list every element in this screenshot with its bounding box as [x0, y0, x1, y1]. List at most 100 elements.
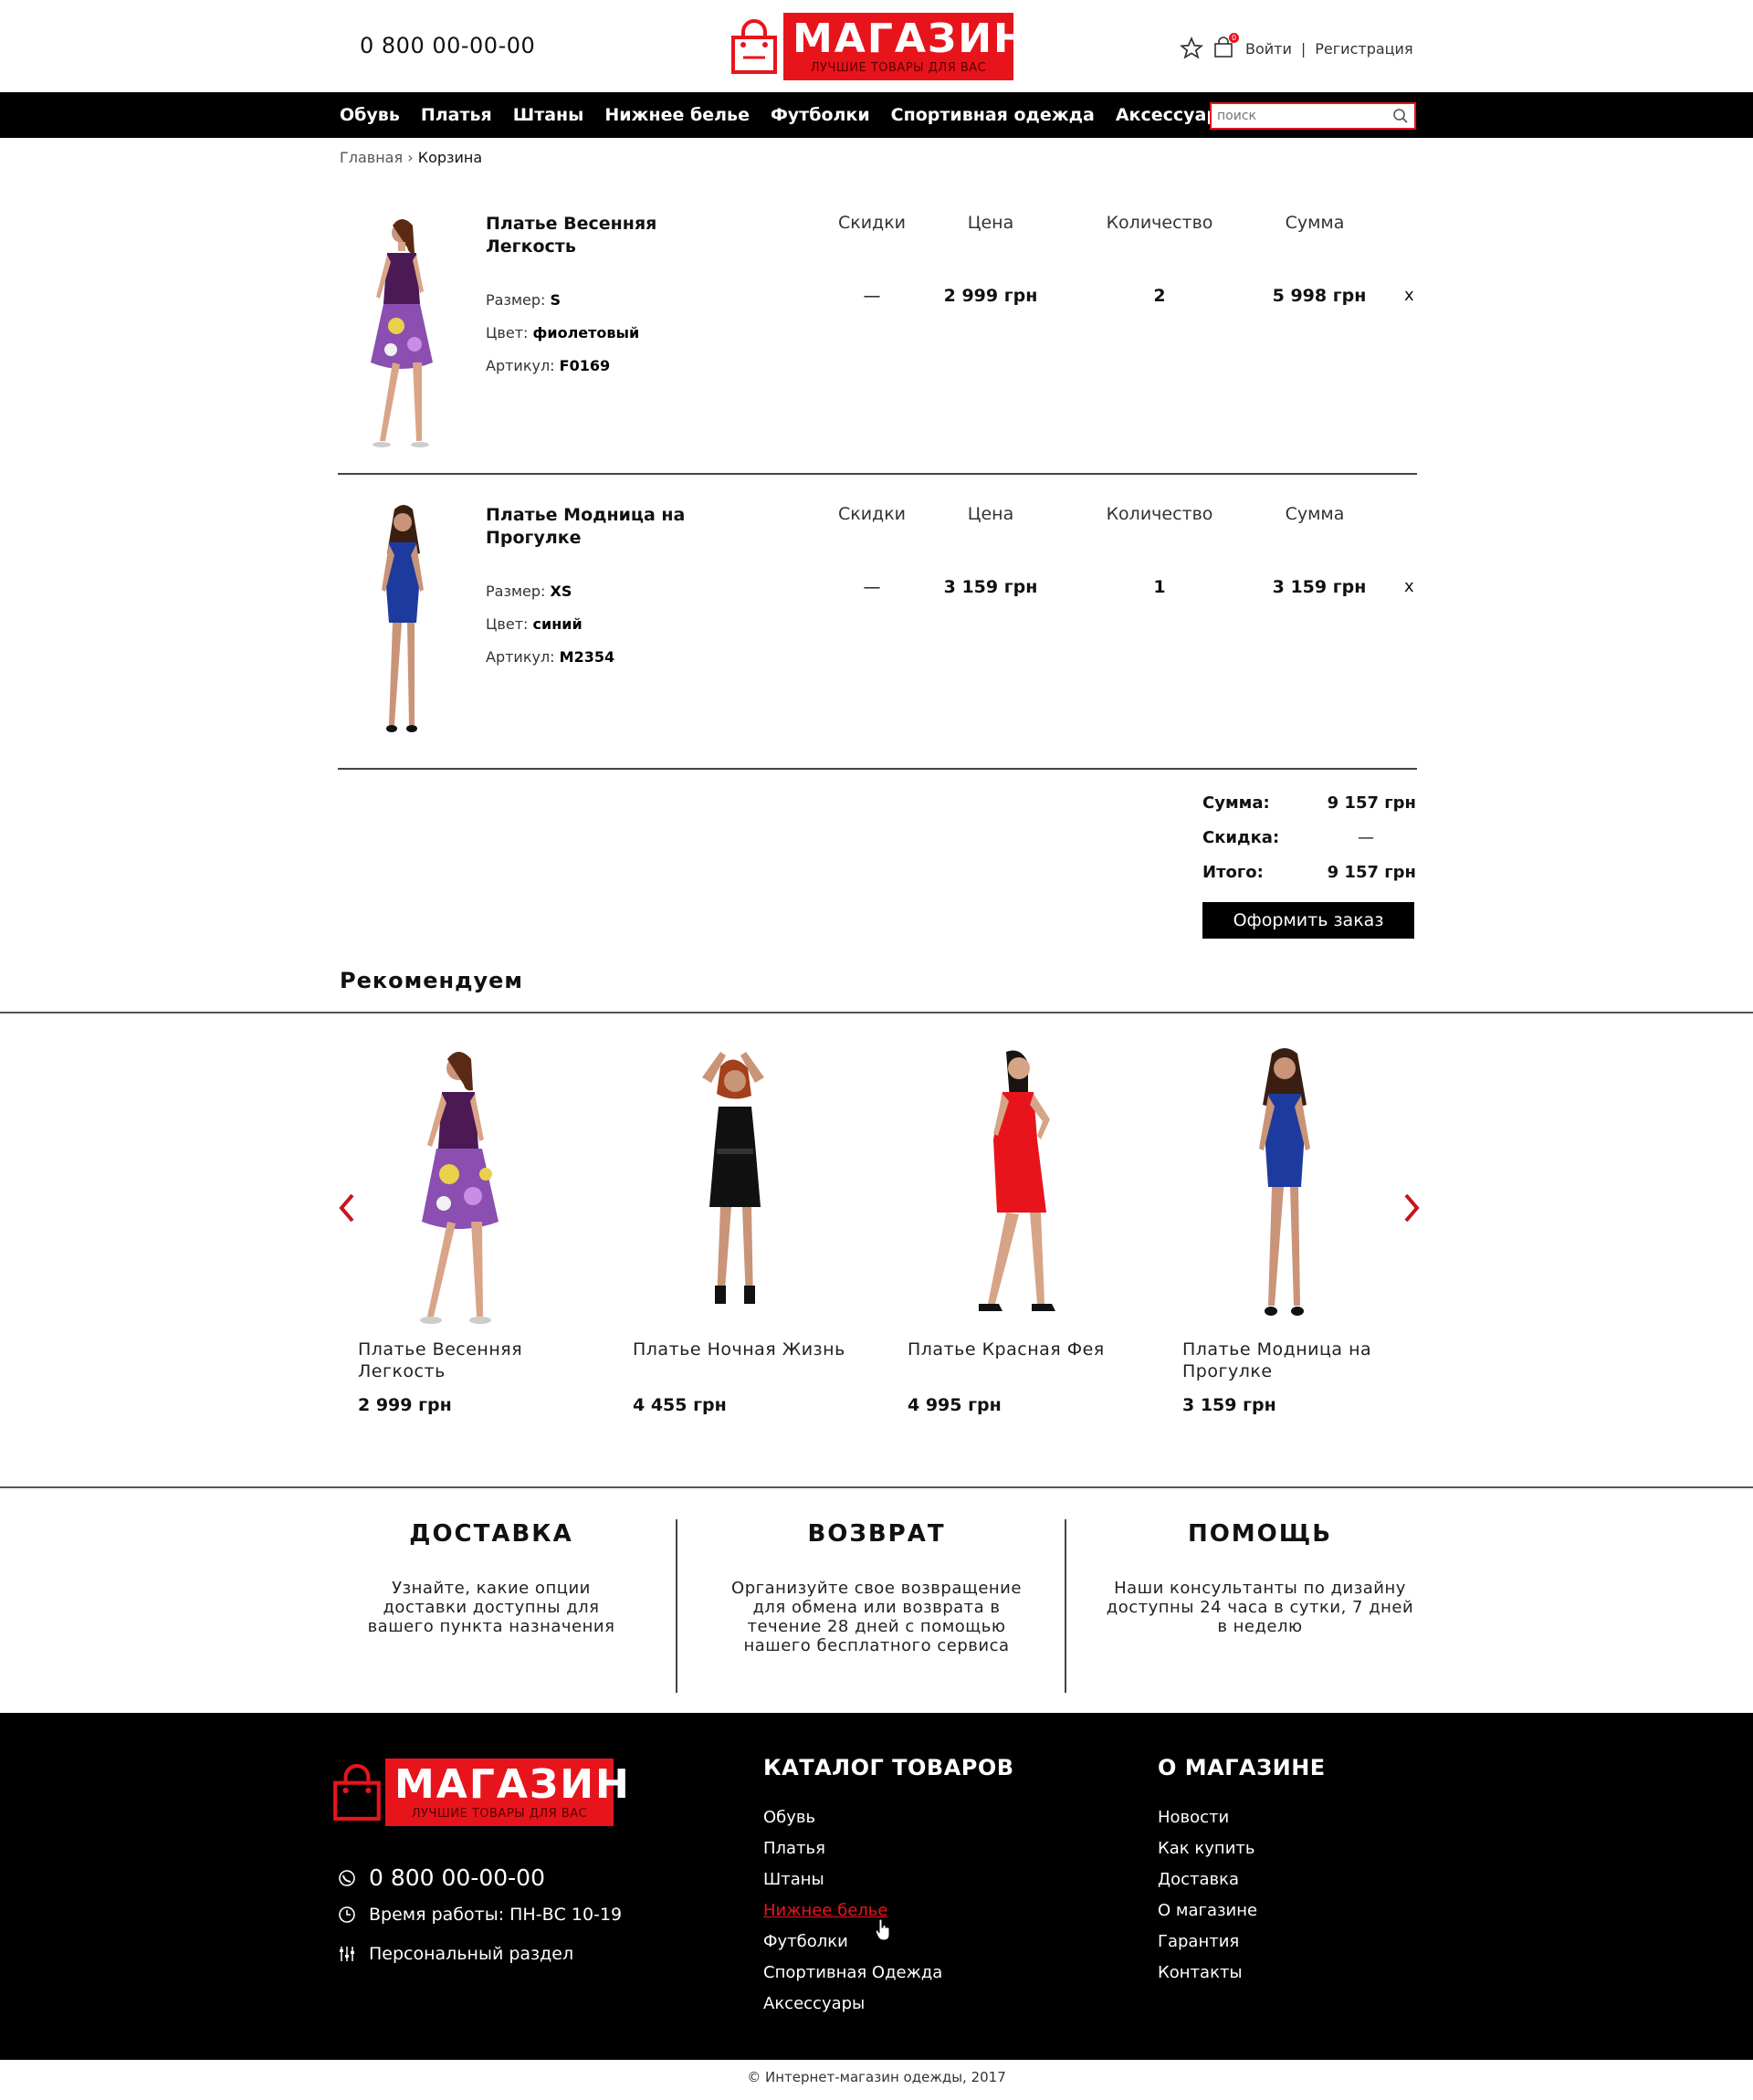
product-card[interactable]: Платье Ночная Жизнь 4 455 грн: [633, 1046, 870, 1415]
info-title[interactable]: ПОМОЩЬ: [1068, 1520, 1452, 1548]
totals-sum-row: Сумма: 9 157 грн: [1202, 785, 1416, 820]
size-value: XS: [550, 583, 572, 600]
product-card[interactable]: Платье Красная Фея 4 995 грн: [908, 1046, 1145, 1415]
footer-link-dresses[interactable]: Платья: [763, 1833, 1014, 1864]
footer-personal-link[interactable]: Персональный раздел: [369, 1944, 573, 1964]
remove-item-button[interactable]: x: [1404, 577, 1414, 596]
footer-link-how-to-buy[interactable]: Как купить: [1158, 1833, 1326, 1864]
shopping-bag-icon: [731, 19, 777, 74]
footer-link-contacts[interactable]: Контакты: [1158, 1958, 1326, 1989]
footer-link-delivery[interactable]: Доставка: [1158, 1864, 1326, 1895]
search-box: [1210, 102, 1416, 130]
product-image[interactable]: [358, 1046, 559, 1329]
cart-item-price: 3 159 грн: [943, 577, 1038, 597]
totals-total-label: Итого:: [1202, 862, 1264, 882]
cart-totals: Сумма: 9 157 грн Скидка: — Итого: 9 157 грн…: [1202, 785, 1416, 939]
product-card-price: 4 995 грн: [908, 1395, 1002, 1415]
product-image[interactable]: [633, 1046, 834, 1329]
cart-item-title[interactable]: Платье Весенняя Легкость: [486, 213, 723, 258]
footer-personal-row: Персональный раздел: [338, 1944, 573, 1964]
product-card-name[interactable]: Платье Ночная Жизнь: [633, 1339, 870, 1384]
col-header-price: Цена: [967, 213, 1014, 233]
cart-item-size: Размер: S: [486, 284, 639, 317]
search-icon[interactable]: [1392, 108, 1409, 124]
info-text: Узнайте, какие опции доставки доступны д…: [367, 1579, 615, 1636]
register-link[interactable]: Регистрация: [1315, 40, 1412, 58]
info-title[interactable]: ВОЗВРАТ: [685, 1520, 1068, 1548]
breadcrumb-home[interactable]: Главная: [340, 149, 403, 166]
hand-cursor-icon: [875, 1918, 890, 1940]
cart-item-price: 2 999 грн: [943, 286, 1038, 306]
main-nav: Обувь Платья Штаны Нижнее белье Футболки…: [0, 92, 1753, 138]
cart-item-attributes: Размер: S Цвет: фиолетовый Артикул: F016…: [486, 284, 639, 383]
nav-item-dresses[interactable]: Платья: [421, 105, 492, 125]
footer-about: О МАГАЗИНЕ Новости Как купить Доставка О…: [1158, 1755, 1326, 1989]
cart-item-title[interactable]: Платье Модница на Прогулке: [486, 504, 723, 550]
logo-name: МАГАЗИН: [394, 1761, 631, 1808]
totals-discount-row: Скидка: —: [1202, 820, 1416, 855]
divider: [676, 1519, 677, 1693]
info-title[interactable]: ДОСТАВКА: [299, 1520, 683, 1548]
color-label: Цвет:: [486, 615, 529, 633]
product-card-price: 3 159 грн: [1182, 1395, 1276, 1415]
product-card[interactable]: Платье Модница на Прогулке 3 159 грн: [1182, 1046, 1420, 1415]
recommended-title: Рекомендуем: [340, 968, 524, 993]
login-link[interactable]: Войти: [1245, 40, 1292, 58]
cart-item-discount: —: [863, 577, 881, 597]
footer-hours: Время работы: ПН-ВС 10-19: [369, 1905, 623, 1925]
product-card-name[interactable]: Платье Модница на Прогулке: [1182, 1339, 1420, 1384]
quantity-stepper[interactable]: 2: [1105, 286, 1214, 306]
nav-item-sportswear[interactable]: Спортивная одежда: [891, 105, 1095, 125]
nav-item-pants[interactable]: Штаны: [513, 105, 584, 125]
checkout-button[interactable]: Оформить заказ: [1202, 902, 1414, 939]
cart-item-sku: Артикул: F0169: [486, 350, 639, 383]
footer-link-warranty[interactable]: Гарантия: [1158, 1927, 1326, 1958]
cart-item-sum: 5 998 грн: [1272, 286, 1367, 306]
search-input[interactable]: [1212, 104, 1385, 128]
product-card-name[interactable]: Платье Красная Фея: [908, 1339, 1145, 1384]
footer-link-pants[interactable]: Штаны: [763, 1864, 1014, 1895]
col-header-qty: Количество: [1106, 213, 1213, 233]
info-text: Наши консультанты по дизайну доступны 24…: [1106, 1579, 1414, 1636]
logo-slogan: ЛУЧШИЕ ТОВАРЫ ДЛЯ ВАС: [810, 61, 987, 75]
phone-icon: [339, 1869, 355, 1886]
footer-logo[interactable]: МАГАЗИН ЛУЧШИЕ ТОВАРЫ ДЛЯ ВАС: [332, 1759, 631, 1826]
footer-link-about[interactable]: О магазине: [1158, 1895, 1326, 1927]
site-header: 0 800 00-00-00 МАГАЗИН ЛУЧШИЕ ТОВАРЫ ДЛЯ…: [0, 0, 1753, 92]
product-image[interactable]: [908, 1046, 1108, 1329]
footer-link-sportswear[interactable]: Спортивная Одежда: [763, 1958, 1014, 1989]
totals-total-row: Итого: 9 157 грн: [1202, 855, 1416, 889]
size-label: Размер:: [486, 583, 546, 600]
settings-sliders-icon: [340, 1947, 354, 1961]
cart-item-sum: 3 159 грн: [1272, 577, 1367, 597]
quantity-stepper[interactable]: 1: [1105, 577, 1214, 597]
footer-link-accessories[interactable]: Аксессуары: [763, 1989, 1014, 2020]
header-phone[interactable]: 0 800 00-00-00: [360, 33, 535, 58]
totals-discount-value: —: [1358, 827, 1374, 847]
product-card[interactable]: Платье Весенняя Легкость 2 999 грн: [358, 1046, 595, 1415]
cart-item-attributes: Размер: XS Цвет: синий Артикул: M2354: [486, 575, 614, 674]
col-header-discount: Скидки: [837, 504, 907, 524]
copyright: © Интернет-магазин одежды, 2017: [747, 2069, 1006, 2085]
footer-phone[interactable]: 0 800 00-00-00: [369, 1864, 545, 1891]
nav-item-underwear[interactable]: Нижнее белье: [604, 105, 750, 125]
totals-discount-label: Скидка:: [1202, 827, 1280, 847]
chevron-left-icon[interactable]: [336, 1192, 358, 1224]
totals-total-value: 9 157 грн: [1327, 862, 1416, 882]
footer-link-news[interactable]: Новости: [1158, 1802, 1326, 1833]
site-logo[interactable]: МАГАЗИН ЛУЧШИЕ ТОВАРЫ ДЛЯ ВАС: [730, 13, 1027, 80]
product-card-name[interactable]: Платье Весенняя Легкость: [358, 1339, 595, 1384]
cart-icon[interactable]: 0: [1212, 33, 1239, 60]
product-image[interactable]: [347, 504, 457, 743]
nav-item-tshirts[interactable]: Футболки: [771, 105, 870, 125]
nav-item-shoes[interactable]: Обувь: [340, 105, 400, 125]
sku-value: F0169: [559, 357, 611, 374]
footer-phone-row: 0 800 00-00-00: [338, 1864, 545, 1891]
product-image[interactable]: [347, 213, 457, 459]
star-icon[interactable]: [1180, 37, 1203, 60]
remove-item-button[interactable]: x: [1404, 286, 1414, 305]
col-header-qty: Количество: [1106, 504, 1213, 524]
product-image[interactable]: [1182, 1046, 1383, 1329]
footer-link-shoes[interactable]: Обувь: [763, 1802, 1014, 1833]
color-value: фиолетовый: [532, 324, 640, 341]
